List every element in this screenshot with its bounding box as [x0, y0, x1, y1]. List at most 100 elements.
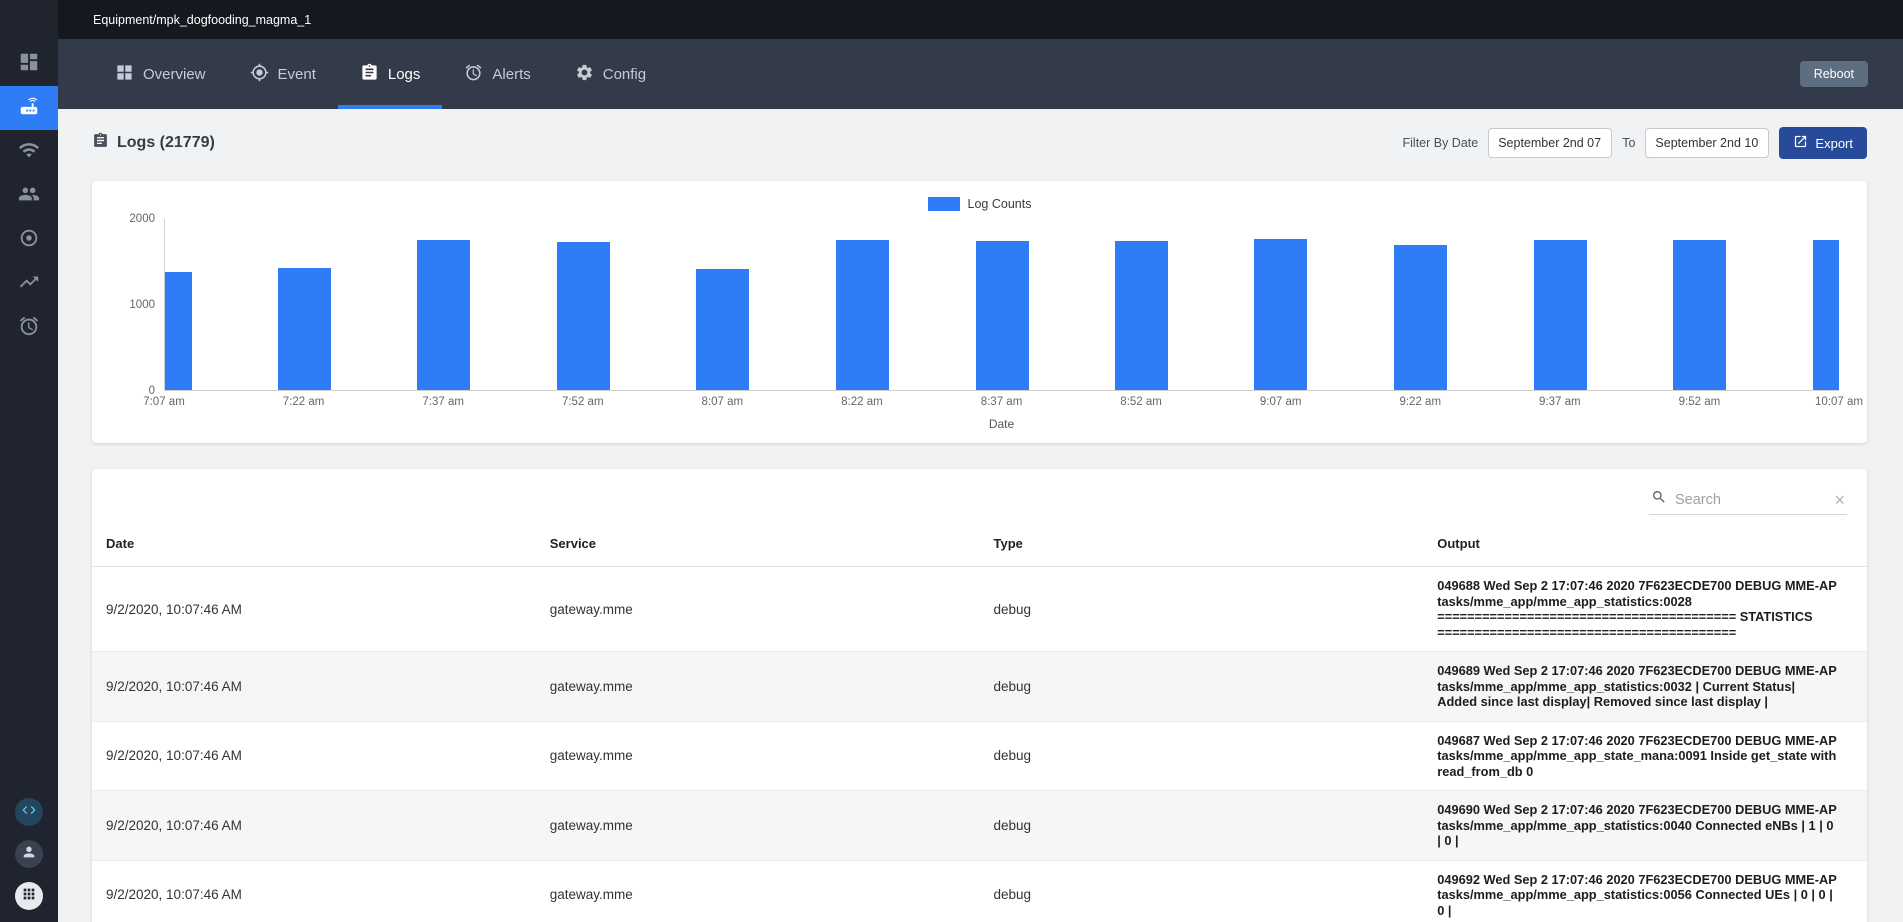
table-row[interactable]: 9/2/2020, 10:07:46 AM gateway.mme debug …: [92, 722, 1867, 792]
cell-type: debug: [980, 748, 1424, 763]
column-header-service: Service: [536, 536, 980, 551]
grid-icon: [115, 63, 134, 86]
access-point-icon: [18, 227, 40, 254]
sidebar-item-metrics[interactable]: [0, 262, 58, 306]
table-row[interactable]: 9/2/2020, 10:07:46 AM gateway.mme debug …: [92, 652, 1867, 722]
sidebar-item-subscribers[interactable]: [0, 174, 58, 218]
chart-x-labels: 7:07 am7:22 am7:37 am7:52 am8:07 am8:22 …: [164, 396, 1839, 412]
chart-bar: [696, 269, 749, 390]
gear-icon: [575, 63, 594, 86]
wifi-icon: [18, 139, 40, 166]
chart-bar: [1534, 240, 1587, 390]
alarm-icon: [464, 63, 483, 86]
chart-x-tick-label: 9:37 am: [1539, 396, 1581, 408]
clear-search-icon[interactable]: ×: [1834, 491, 1845, 509]
chart-x-tick-label: 7:37 am: [422, 396, 464, 408]
chart-x-tick-label: 8:07 am: [702, 396, 744, 408]
table-header-row: Date Service Type Output: [92, 521, 1867, 567]
chart-x-tick-label: 8:52 am: [1120, 396, 1162, 408]
cell-output: 049689 Wed Sep 2 17:07:46 2020 7F623ECDE…: [1423, 663, 1867, 710]
nav-bar: Overview Event Logs Alerts Config: [58, 39, 1903, 109]
date-filters: Filter By Date To Export: [1403, 127, 1868, 159]
tab-label: Config: [603, 66, 646, 83]
list-icon: [92, 132, 109, 154]
tab-config[interactable]: Config: [553, 39, 668, 109]
tab-logs[interactable]: Logs: [338, 39, 443, 109]
dashboard-icon: [18, 51, 40, 78]
cell-type: debug: [980, 602, 1424, 617]
cell-service: gateway.mme: [536, 818, 980, 833]
table-row[interactable]: 9/2/2020, 10:07:46 AM gateway.mme debug …: [92, 861, 1867, 922]
chart-y-tick-label: 1000: [129, 299, 155, 311]
target-icon: [250, 63, 269, 86]
search-input[interactable]: [1675, 492, 1826, 508]
chart-x-tick-label: 7:07 am: [143, 396, 185, 408]
tab-label: Overview: [143, 66, 206, 83]
cell-date: 9/2/2020, 10:07:46 AM: [92, 748, 536, 763]
app-root: Equipment/mpk_dogfooding_magma_1 Overvie…: [0, 0, 1903, 922]
chart-plot-column: 7:07 am7:22 am7:37 am7:52 am8:07 am8:22 …: [164, 219, 1839, 431]
chart-bar: [1813, 240, 1840, 390]
cell-service: gateway.mme: [536, 679, 980, 694]
content: Logs (21779) Filter By Date To Export: [58, 109, 1903, 922]
sidebar-item-equipment[interactable]: [0, 86, 58, 130]
list-icon: [360, 63, 379, 86]
cell-service: gateway.mme: [536, 887, 980, 902]
chart-x-tick-label: 9:52 am: [1679, 396, 1721, 408]
tab-overview[interactable]: Overview: [93, 39, 228, 109]
date-to-input[interactable]: [1645, 128, 1769, 158]
chart-bar: [164, 272, 192, 390]
code-icon: [21, 802, 37, 823]
page-head: Logs (21779) Filter By Date To Export: [92, 121, 1867, 165]
alarm-icon: [18, 315, 40, 342]
reboot-button[interactable]: Reboot: [1800, 61, 1868, 87]
chart-bar: [278, 268, 331, 390]
chart-bar: [976, 241, 1029, 390]
trending-icon: [18, 271, 40, 298]
chart-body: 010002000 7:07 am7:22 am7:37 am7:52 am8:…: [120, 219, 1839, 431]
chart-plot: [164, 219, 1839, 391]
cell-output: 049687 Wed Sep 2 17:07:46 2020 7F623ECDE…: [1423, 733, 1867, 780]
cell-type: debug: [980, 887, 1424, 902]
chart-bar: [1115, 241, 1168, 390]
tab-alerts[interactable]: Alerts: [442, 39, 552, 109]
chart-bar: [1673, 240, 1726, 390]
chart-bar: [1254, 239, 1307, 390]
date-from-input[interactable]: [1488, 128, 1612, 158]
chart-bar: [417, 240, 470, 390]
table-row[interactable]: 9/2/2020, 10:07:46 AM gateway.mme debug …: [92, 791, 1867, 861]
chart-bar: [1394, 245, 1447, 390]
apps-grid-icon: [21, 886, 37, 907]
search-icon: [1651, 489, 1667, 510]
filter-by-date-label: Filter By Date: [1403, 136, 1479, 150]
apps-button[interactable]: [15, 882, 43, 910]
export-button[interactable]: Export: [1779, 127, 1867, 159]
chart-legend: Log Counts: [120, 193, 1839, 215]
sidebar-item-network[interactable]: [0, 130, 58, 174]
tab-label: Event: [278, 66, 316, 83]
person-icon: [21, 844, 37, 865]
table-row[interactable]: 9/2/2020, 10:07:46 AM gateway.mme debug …: [92, 567, 1867, 652]
search-box[interactable]: ×: [1649, 485, 1847, 515]
chart-bar: [557, 242, 610, 390]
sidebar-item-access[interactable]: [0, 218, 58, 262]
sidebar-item-alarms[interactable]: [0, 306, 58, 350]
people-icon: [18, 183, 40, 210]
tab-event[interactable]: Event: [228, 39, 338, 109]
cell-output: 049688 Wed Sep 2 17:07:46 2020 7F623ECDE…: [1423, 578, 1867, 640]
chart-y-axis: 010002000: [120, 219, 164, 391]
chart-x-tick-label: 7:52 am: [562, 396, 604, 408]
account-button[interactable]: [15, 840, 43, 868]
cell-date: 9/2/2020, 10:07:46 AM: [92, 818, 536, 833]
column-header-date: Date: [92, 536, 536, 551]
chart-x-tick-label: 9:22 am: [1399, 396, 1441, 408]
chart-x-tick-label: 9:07 am: [1260, 396, 1302, 408]
chart-y-tick-label: 2000: [129, 213, 155, 225]
sidebar: [0, 0, 58, 922]
sidebar-item-dashboard[interactable]: [0, 42, 58, 86]
api-code-button[interactable]: [15, 798, 43, 826]
cell-date: 9/2/2020, 10:07:46 AM: [92, 887, 536, 902]
cell-type: debug: [980, 679, 1424, 694]
legend-label: Log Counts: [968, 197, 1032, 211]
cell-date: 9/2/2020, 10:07:46 AM: [92, 602, 536, 617]
